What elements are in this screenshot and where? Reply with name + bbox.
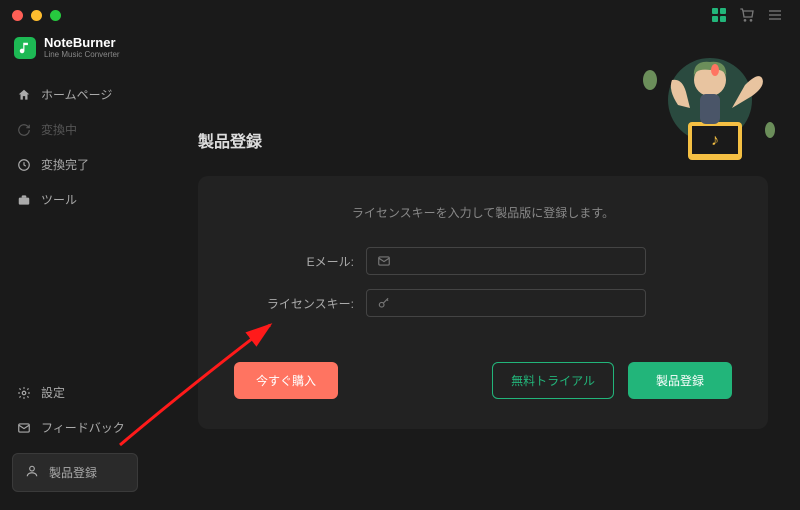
maximize-window[interactable] [50, 10, 61, 21]
sidebar-bottom: 設定 フィードバック 製品登録 [0, 375, 150, 510]
sidebar-item-converting[interactable]: 変換中 [0, 112, 150, 147]
email-input[interactable] [399, 254, 635, 268]
panel-description: ライセンスキーを入力して製品版に登録します。 [234, 204, 732, 221]
license-input-wrap[interactable] [366, 289, 646, 317]
sidebar: NoteBurner Line Music Converter ホームページ 変… [0, 30, 150, 510]
register-button[interactable]: 製品登録 [628, 362, 732, 399]
email-row: Eメール: [234, 247, 732, 275]
top-right-icons [710, 6, 784, 24]
sidebar-item-completed[interactable]: 変換完了 [0, 147, 150, 182]
brand: NoteBurner Line Music Converter [0, 36, 150, 77]
key-icon [377, 296, 391, 310]
buy-now-button[interactable]: 今すぐ購入 [234, 362, 338, 399]
sidebar-item-tools[interactable]: ツール [0, 182, 150, 217]
mail-icon [16, 420, 31, 435]
sidebar-item-settings[interactable]: 設定 [0, 375, 150, 410]
free-trial-button[interactable]: 無料トライアル [492, 362, 614, 399]
sidebar-item-label: ツール [41, 191, 77, 208]
email-input-wrap[interactable] [366, 247, 646, 275]
register-panel: ライセンスキーを入力して製品版に登録します。 Eメール: ライセンスキー: 今す… [198, 176, 768, 429]
window-controls [12, 10, 61, 21]
gear-icon [16, 385, 31, 400]
sidebar-item-feedback[interactable]: フィードバック [0, 410, 150, 445]
clock-icon [16, 157, 31, 172]
brand-name: NoteBurner [44, 36, 120, 50]
license-input[interactable] [399, 296, 635, 310]
sidebar-item-label: ホームページ [41, 86, 112, 103]
envelope-icon [377, 254, 391, 268]
refresh-icon [16, 122, 31, 137]
brand-logo-icon [14, 37, 36, 59]
toolbox-icon [16, 192, 31, 207]
illustration: ♪ [610, 30, 790, 190]
license-row: ライセンスキー: [234, 289, 732, 317]
sidebar-item-home[interactable]: ホームページ [0, 77, 150, 112]
content-area: ♪ 製品登録 ライセンスキーを入力して製品版に登録します。 Eメール: [150, 30, 800, 510]
hamburger-menu-icon[interactable] [766, 6, 784, 24]
apps-grid-icon[interactable] [710, 6, 728, 24]
svg-text:♪: ♪ [711, 132, 719, 149]
cart-icon[interactable] [738, 6, 756, 24]
button-row: 今すぐ購入 無料トライアル 製品登録 [234, 362, 732, 399]
sidebar-item-label: フィードバック [41, 419, 125, 436]
titlebar [0, 0, 800, 30]
sidebar-register-button[interactable]: 製品登録 [12, 453, 138, 492]
license-label: ライセンスキー: [234, 295, 354, 312]
user-icon [25, 464, 39, 481]
sidebar-register-label: 製品登録 [49, 464, 97, 481]
sidebar-item-label: 変換完了 [41, 156, 89, 173]
email-label: Eメール: [234, 253, 354, 270]
primary-nav: ホームページ 変換中 変換完了 ツール [0, 77, 150, 217]
home-icon [16, 87, 31, 102]
close-window[interactable] [12, 10, 23, 21]
sidebar-item-label: 設定 [41, 384, 65, 401]
brand-subtitle: Line Music Converter [44, 50, 120, 59]
sidebar-item-label: 変換中 [41, 121, 77, 138]
minimize-window[interactable] [31, 10, 42, 21]
